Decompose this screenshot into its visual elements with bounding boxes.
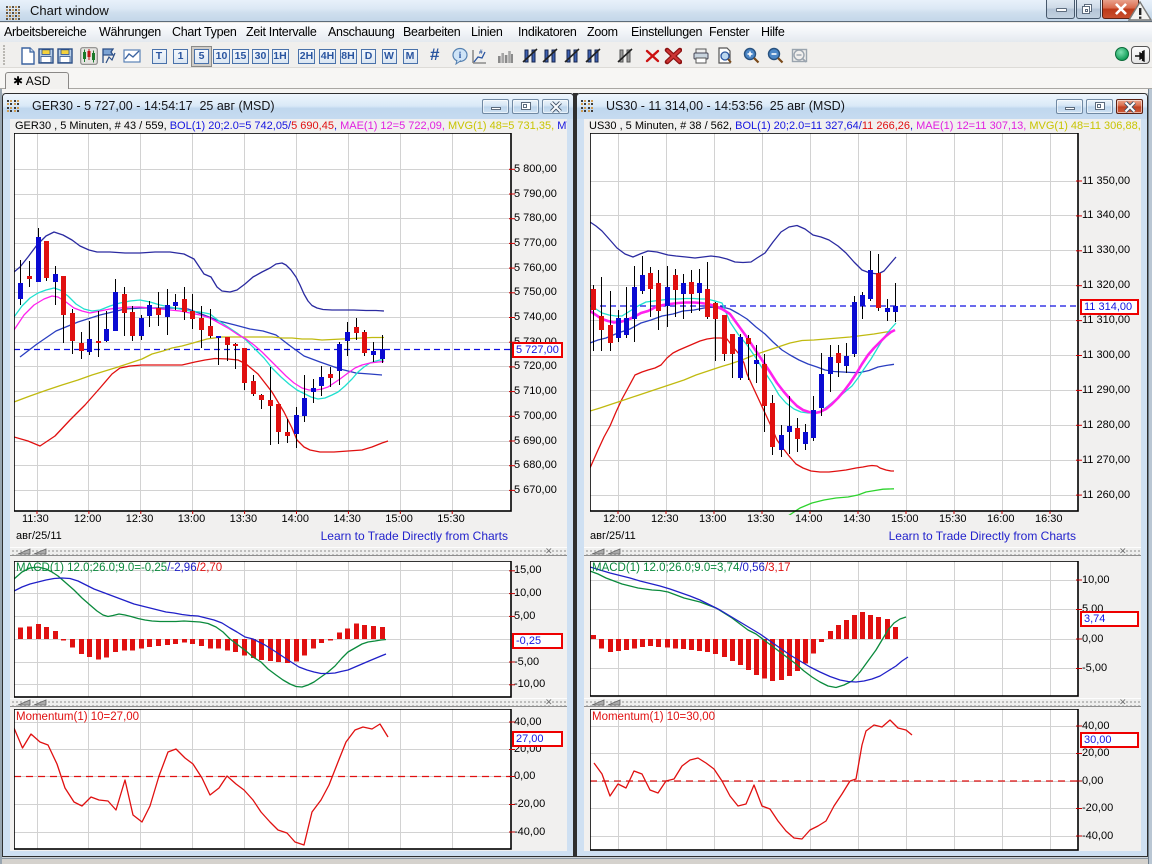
svg-text:#: # xyxy=(479,49,483,56)
